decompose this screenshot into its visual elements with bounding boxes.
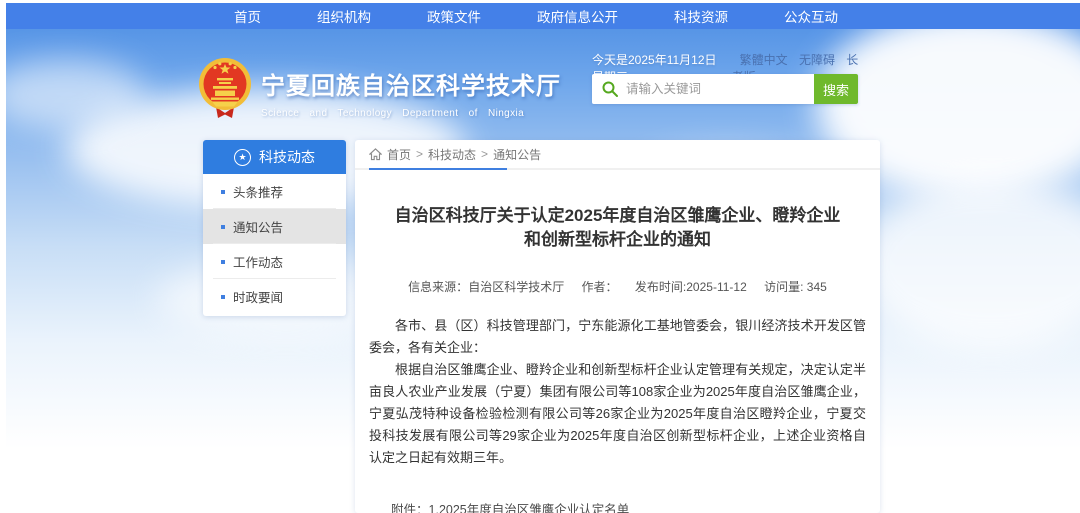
home-icon xyxy=(369,148,382,161)
paragraph-decision: 根据自治区雏鹰企业、瞪羚企业和创新型标杆企业认定管理有关规定，决定认定半亩良人农… xyxy=(369,359,866,469)
national-emblem-icon xyxy=(198,57,252,119)
link-traditional-chinese[interactable]: 繁體中文 xyxy=(740,53,788,67)
article-title-line2: 和创新型标杆企业的通知 xyxy=(524,230,711,249)
article-title: 自治区科技厅关于认定2025年度自治区雏鹰企业、瞪羚企业 和创新型标杆企业的通知 xyxy=(375,204,860,252)
sidebar-item-label: 时政要闻 xyxy=(233,287,283,306)
article-body: 各市、县（区）科技管理部门，宁东能源化工基地管委会，银川经济技术开发区管委会，各… xyxy=(369,315,866,469)
page: 首页 组织机构 政策文件 政府信息公开 科技资源 公众互动 宁夏回族自治区 xyxy=(0,0,1080,513)
main-nav: 首页 组织机构 政策文件 政府信息公开 科技资源 公众互动 xyxy=(206,3,866,29)
bullet-icon xyxy=(221,225,225,229)
nav-item-public-interaction[interactable]: 公众互动 xyxy=(784,6,838,26)
sidebar-item-notices[interactable]: 通知公告 xyxy=(203,209,346,244)
search-button[interactable]: 搜索 xyxy=(814,74,858,104)
sci-tech-news-icon: ★ xyxy=(234,149,251,166)
breadcrumb: 首页 > 科技动态 > 通知公告 xyxy=(355,140,880,170)
meta-views-value: 345 xyxy=(807,280,827,294)
meta-publish-label: 发布时间: xyxy=(635,280,686,294)
sidebar-item-political-news[interactable]: 时政要闻 xyxy=(203,279,346,314)
meta-author-label: 作者： xyxy=(582,280,618,294)
breadcrumb-separator: > xyxy=(481,147,488,161)
sidebar-title: 科技动态 xyxy=(259,147,315,167)
attachments: 附件： 1.2025年度自治区雏鹰企业认定名单 2.2025年度自治区瞪羚企业认… xyxy=(391,499,880,513)
search-icon xyxy=(601,80,619,98)
site-subtitle: Science and Technology Department of Nin… xyxy=(261,108,561,119)
article-title-line1: 自治区科技厅关于认定2025年度自治区雏鹰企业、瞪羚企业 xyxy=(395,206,841,225)
star-glyph: ★ xyxy=(238,153,246,162)
nav-item-sci-tech-resources[interactable]: 科技资源 xyxy=(674,6,728,26)
attachment-link-eagle-list[interactable]: 1.2025年度自治区雏鹰企业认定名单 xyxy=(429,499,667,513)
breadcrumb-home[interactable]: 首页 xyxy=(387,146,411,163)
nav-item-organization[interactable]: 组织机构 xyxy=(317,6,371,26)
link-accessibility[interactable]: 无障碍 xyxy=(799,53,835,67)
sidebar-header: ★ 科技动态 xyxy=(203,140,346,174)
content-panel: 首页 > 科技动态 > 通知公告 自治区科技厅关于认定2025年度自治区雏鹰企业… xyxy=(355,140,880,513)
bullet-icon xyxy=(221,260,225,264)
article-meta: 信息来源：自治区科学技术厅 作者： 发布时间:2025-11-12 访问量: 3… xyxy=(355,278,880,295)
nav-item-policy-documents[interactable]: 政策文件 xyxy=(427,6,481,26)
paragraph-recipients: 各市、县（区）科技管理部门，宁东能源化工基地管委会，银川经济技术开发区管委会，各… xyxy=(369,315,866,359)
meta-source-value: 自治区科学技术厅 xyxy=(468,280,564,294)
sidebar: ★ 科技动态 头条推荐 通知公告 工作动态 时政要闻 xyxy=(203,140,346,316)
national-emblem-logo xyxy=(198,57,252,119)
sidebar-item-work-dynamics[interactable]: 工作动态 xyxy=(203,244,346,279)
cloud xyxy=(856,179,1080,349)
bullet-icon xyxy=(221,190,225,194)
nav-item-home[interactable]: 首页 xyxy=(234,6,261,26)
attachments-label: 附件： xyxy=(391,499,429,513)
nav-item-gov-info-disclosure[interactable]: 政府信息公开 xyxy=(537,6,618,26)
meta-publish-value: 2025-11-12 xyxy=(686,280,747,294)
sidebar-item-headlines[interactable]: 头条推荐 xyxy=(203,174,346,209)
attachment-list: 1.2025年度自治区雏鹰企业认定名单 2.2025年度自治区瞪羚企业认定名单 … xyxy=(429,499,667,513)
site-title: 宁夏回族自治区科学技术厅 xyxy=(261,66,561,101)
search-input[interactable] xyxy=(592,74,814,104)
meta-source-label: 信息来源： xyxy=(408,280,468,294)
sidebar-item-label: 工作动态 xyxy=(233,252,283,271)
bullet-icon xyxy=(221,295,225,299)
breadcrumb-section[interactable]: 科技动态 xyxy=(428,146,476,163)
breadcrumb-current: 通知公告 xyxy=(493,146,541,163)
site-branding: 宁夏回族自治区科学技术厅 Science and Technology Depa… xyxy=(261,66,561,119)
sidebar-item-label: 头条推荐 xyxy=(233,182,283,201)
sidebar-item-label: 通知公告 xyxy=(233,217,283,236)
meta-views-label: 访问量: xyxy=(764,280,803,294)
breadcrumb-separator: > xyxy=(416,147,423,161)
top-navbar: 首页 组织机构 政策文件 政府信息公开 科技资源 公众互动 xyxy=(6,3,1080,29)
search-bar: 搜索 xyxy=(592,74,858,104)
